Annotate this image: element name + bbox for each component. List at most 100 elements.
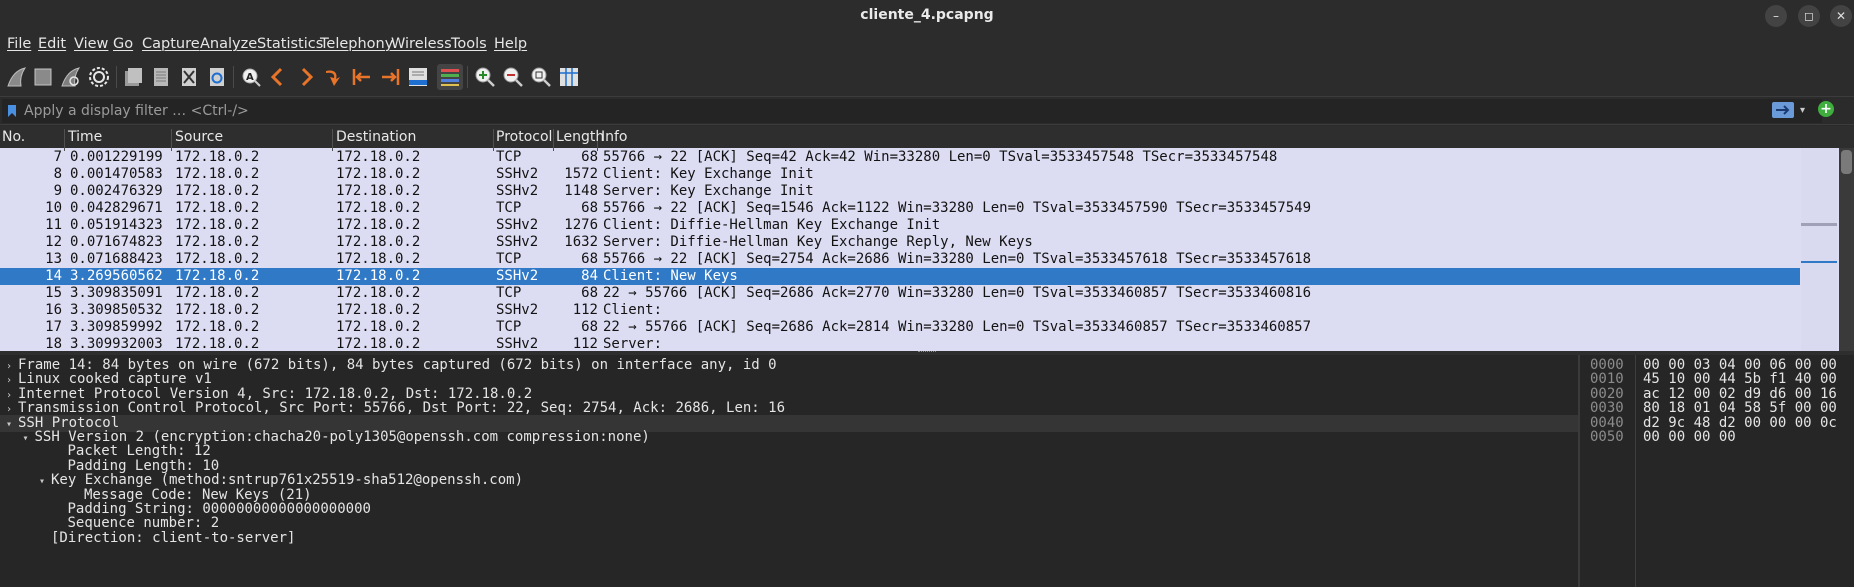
packet-source: 172.18.0.2 — [175, 268, 260, 284]
close-file-icon[interactable] — [176, 64, 202, 90]
column-length[interactable]: Length — [554, 129, 604, 151]
find-icon[interactable]: A — [238, 64, 264, 90]
menu-statistics[interactable]: Statistics — [257, 36, 323, 52]
menu-view[interactable]: View — [74, 36, 108, 52]
back-arrow-icon[interactable] — [265, 64, 291, 90]
packet-destination: 172.18.0.2 — [336, 251, 421, 267]
jump-icon[interactable] — [321, 64, 347, 90]
gear-icon[interactable] — [86, 64, 112, 90]
packet-minimap[interactable] — [1801, 148, 1837, 351]
packet-no: 15 — [45, 285, 62, 301]
column-protocol[interactable]: Protocol — [494, 129, 554, 151]
packet-destination: 172.18.0.2 — [336, 149, 421, 165]
packet-info: 22 → 55766 [ACK] Seq=2686 Ack=2770 Win=3… — [603, 285, 1312, 301]
menu-go[interactable]: Go — [113, 36, 133, 52]
packet-row[interactable]: 9 0.002476329 172.18.0.2 172.18.0.2 SSHv2 114… — [0, 183, 1800, 200]
column-info[interactable]: Info — [599, 129, 1799, 151]
svg-text:A: A — [246, 72, 254, 83]
display-filter-input[interactable]: Apply a display filter … <Ctrl-/> — [2, 99, 1822, 123]
packet-protocol: TCP — [496, 251, 522, 267]
minimize-button[interactable]: – — [1765, 5, 1787, 27]
packet-length: 1276 — [564, 217, 598, 233]
packet-row[interactable]: 15 3.309835091 172.18.0.2 172.18.0.2 TCP 68 22… — [0, 285, 1800, 302]
close-button[interactable]: ✕ — [1830, 5, 1852, 27]
toolbar-separator — [233, 66, 234, 88]
open-file-icon[interactable] — [120, 64, 146, 90]
scrollbar-thumb[interactable] — [1841, 150, 1852, 174]
packet-no: 17 — [45, 319, 62, 335]
column-source[interactable]: Source — [173, 129, 333, 151]
packet-bytes-pane: 0000 00 00 03 04 00 06 00 00 0010 45 10 00 … — [1580, 355, 1854, 587]
resize-columns-icon[interactable] — [556, 64, 582, 90]
detail-tree-item[interactable]: [Direction: client-to-server] — [0, 530, 1578, 547]
packet-row[interactable]: 16 3.309850532 172.18.0.2 172.18.0.2 SSHv2 11… — [0, 302, 1800, 319]
toolbar-separator — [467, 66, 468, 88]
filter-dropdown-icon[interactable]: ▾ — [1800, 105, 1805, 116]
packet-info: Client: Diffie-Hellman Key Exchange Init — [603, 217, 941, 233]
colorize-icon[interactable] — [437, 64, 463, 90]
packet-protocol: SSHv2 — [496, 234, 539, 250]
menu-analyze[interactable]: Analyze — [200, 36, 257, 52]
packet-row[interactable]: 7 0.001229199 172.18.0.2 172.18.0.2 TCP 68 557… — [0, 149, 1800, 166]
packet-info: Server: Diffie-Hellman Key Exchange Repl… — [603, 234, 1033, 250]
packet-length: 1632 — [564, 234, 598, 250]
packet-row[interactable]: 14 3.269560562 172.18.0.2 172.18.0.2 SSHv2 84… — [0, 268, 1800, 285]
window-title: cliente_4.pcapng — [860, 7, 994, 23]
menu-tools[interactable]: Tools — [451, 36, 487, 52]
packet-no: 16 — [45, 302, 62, 318]
packet-time: 3.309835091 — [70, 285, 163, 301]
stop-square-icon[interactable] — [30, 64, 56, 90]
display-filter-bar: Apply a display filter … <Ctrl-/> ▾ + — [0, 96, 1854, 125]
packet-length: 68 — [581, 285, 598, 301]
packet-source: 172.18.0.2 — [175, 251, 260, 267]
packet-length: 68 — [581, 149, 598, 165]
packet-list-scrollbar[interactable] — [1839, 148, 1854, 351]
menu-telephony[interactable]: Telephony — [320, 36, 393, 52]
restart-fin-icon[interactable] — [58, 64, 84, 90]
autoscroll-icon[interactable] — [405, 64, 431, 90]
zoom-out-icon[interactable] — [500, 64, 526, 90]
last-packet-icon[interactable] — [377, 64, 403, 90]
packet-time: 0.071688423 — [70, 251, 163, 267]
packet-source: 172.18.0.2 — [175, 217, 260, 233]
column-destination[interactable]: Destination — [334, 129, 494, 151]
menu-wireless[interactable]: Wireless — [391, 36, 452, 52]
packet-length: 68 — [581, 200, 598, 216]
byte-hex[interactable]: 00 00 00 00 — [1643, 429, 1736, 446]
packet-length: 84 — [581, 268, 598, 284]
packet-row[interactable]: 17 3.309859992 172.18.0.2 172.18.0.2 TCP 68 22… — [0, 319, 1800, 336]
packet-no: 7 — [53, 149, 62, 165]
save-file-icon[interactable] — [148, 64, 174, 90]
first-packet-icon[interactable] — [349, 64, 375, 90]
packet-row[interactable]: 11 0.051914323 172.18.0.2 172.18.0.2 SSHv2 12… — [0, 217, 1800, 234]
bookmark-icon[interactable] — [7, 104, 17, 118]
column-no[interactable]: No. — [0, 129, 65, 151]
apply-filter-icon[interactable] — [1772, 102, 1794, 118]
zoom-in-icon[interactable] — [472, 64, 498, 90]
packet-no: 9 — [53, 183, 62, 199]
packet-list-header: No. Time Source Destination Protocol Len… — [0, 126, 1854, 151]
packet-time: 0.071674823 — [70, 234, 163, 250]
main-toolbar: A — [0, 58, 1854, 96]
packet-length: 1572 — [564, 166, 598, 182]
packet-source: 172.18.0.2 — [175, 183, 260, 199]
maximize-button[interactable]: ◻ — [1798, 5, 1820, 27]
reload-icon[interactable] — [204, 64, 230, 90]
packet-row[interactable]: 10 0.042829671 172.18.0.2 172.18.0.2 TCP 68 55… — [0, 200, 1800, 217]
packet-source: 172.18.0.2 — [175, 149, 260, 165]
menu-edit[interactable]: Edit — [38, 36, 66, 52]
add-filter-icon[interactable]: + — [1818, 101, 1834, 117]
menu-file[interactable]: File — [7, 36, 31, 52]
packet-source: 172.18.0.2 — [175, 302, 260, 318]
zoom-reset-icon[interactable] — [528, 64, 554, 90]
packet-row[interactable]: 8 0.001470583 172.18.0.2 172.18.0.2 SSHv2 157… — [0, 166, 1800, 183]
packet-source: 172.18.0.2 — [175, 234, 260, 250]
shark-fin-icon[interactable] — [4, 64, 30, 90]
menu-help[interactable]: Help — [494, 36, 527, 52]
column-time[interactable]: Time — [66, 129, 172, 151]
menu-capture[interactable]: Capture — [142, 36, 200, 52]
forward-arrow-icon[interactable] — [293, 64, 319, 90]
packet-row[interactable]: 13 0.071688423 172.18.0.2 172.18.0.2 TCP 68 55… — [0, 251, 1800, 268]
packet-destination: 172.18.0.2 — [336, 285, 421, 301]
packet-row[interactable]: 12 0.071674823 172.18.0.2 172.18.0.2 SSHv2 16… — [0, 234, 1800, 251]
